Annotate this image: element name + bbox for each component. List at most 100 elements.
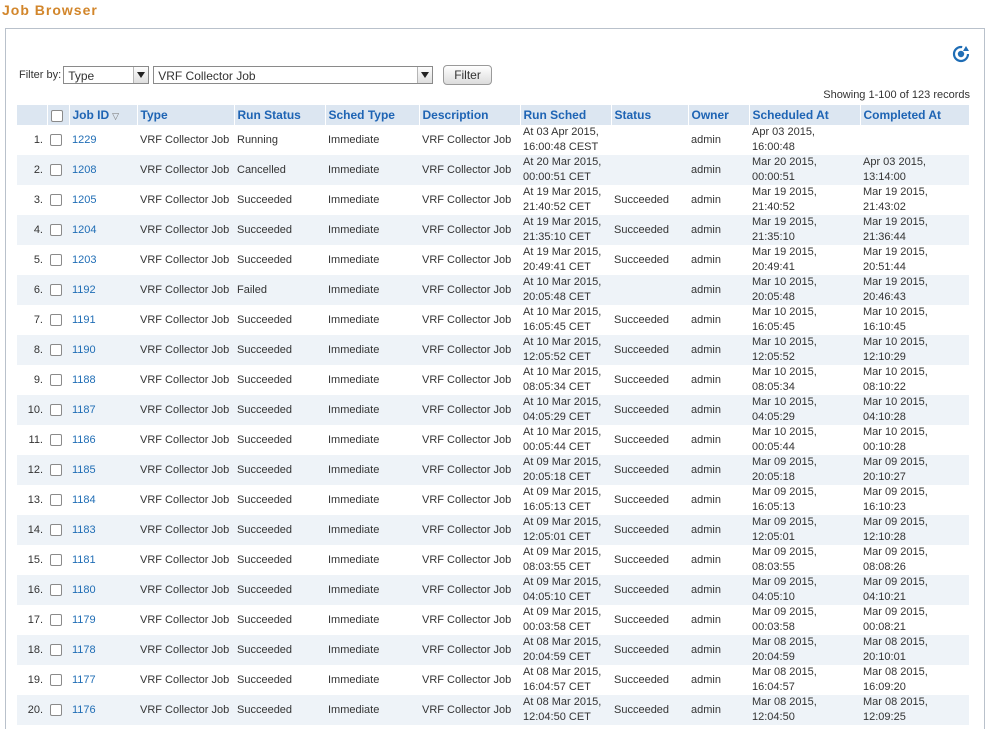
filter-value-select[interactable]: VRF Collector Job — [153, 66, 434, 84]
run-sched: At 03 Apr 2015, 16:00:48 CEST — [523, 126, 599, 153]
row-checkbox[interactable] — [50, 703, 62, 716]
row-checkbox[interactable] — [50, 493, 62, 506]
column-header-description[interactable]: Description — [419, 105, 521, 125]
scheduled-at: Mar 10 2015, 04:05:29 — [749, 395, 860, 425]
row-checkbox[interactable] — [50, 373, 62, 386]
row-checkbox-cell — [47, 605, 69, 635]
select-all-checkbox[interactable] — [50, 109, 63, 122]
row-checkbox[interactable] — [50, 583, 62, 596]
table-row[interactable]: 7. 1191 VRF Collector Job Succeeded Immediat… — [17, 305, 969, 335]
filter-button[interactable]: Filter — [443, 65, 492, 85]
column-header-run-status[interactable]: Run Status — [234, 105, 326, 125]
column-header-owner[interactable]: Owner — [688, 105, 750, 125]
job-id-link[interactable]: 1178 — [69, 635, 137, 665]
job-id-link[interactable]: 1180 — [69, 575, 137, 605]
table-row[interactable]: 18. 1178 VRF Collector Job Succeeded Immedia… — [17, 635, 969, 665]
page-title: Job Browser — [2, 2, 98, 18]
table-row[interactable]: 2. 1208 VRF Collector Job Cancelled Immediat… — [17, 155, 969, 185]
run-sched: At 10 Mar 2015, 00:05:44 CET — [523, 426, 602, 453]
owner: admin — [688, 695, 749, 725]
row-checkbox[interactable] — [50, 463, 62, 476]
row-checkbox[interactable] — [50, 643, 62, 656]
row-number: 18. — [17, 635, 47, 665]
table-row[interactable]: 20. 1176 VRF Collector Job Succeeded Immedia… — [17, 695, 969, 725]
job-id-link[interactable]: 1181 — [69, 545, 137, 575]
table-row[interactable]: 12. 1185 VRF Collector Job Succeeded Immedia… — [17, 455, 969, 485]
job-id-link[interactable]: 1183 — [69, 515, 137, 545]
refresh-icon[interactable] — [952, 45, 970, 63]
filter-field-select[interactable]: Type — [63, 66, 150, 84]
table-row[interactable]: 8. 1190 VRF Collector Job Succeeded Immediat… — [17, 335, 969, 365]
table-row[interactable]: 3. 1205 VRF Collector Job Succeeded Immediat… — [17, 185, 969, 215]
job-type: VRF Collector Job — [140, 373, 230, 386]
table-row[interactable]: 9. 1188 VRF Collector Job Succeeded Immediat… — [17, 365, 969, 395]
job-id-link[interactable]: 1176 — [69, 695, 137, 725]
row-checkbox[interactable] — [50, 403, 62, 416]
job-id-link[interactable]: 1191 — [69, 305, 137, 335]
description: VRF Collector Job — [422, 673, 512, 686]
job-id-link[interactable]: 1188 — [69, 365, 137, 395]
column-header-status[interactable]: Status — [611, 105, 689, 125]
job-id-link[interactable]: 1186 — [69, 425, 137, 455]
row-checkbox[interactable] — [50, 433, 62, 446]
table-row[interactable]: 5. 1203 VRF Collector Job Succeeded Immediat… — [17, 245, 969, 275]
row-checkbox[interactable] — [50, 133, 62, 146]
job-id-link[interactable]: 1204 — [69, 215, 137, 245]
owner: admin — [691, 493, 721, 506]
job-id-link[interactable]: 1185 — [69, 455, 137, 485]
table-row[interactable]: 13. 1184 VRF Collector Job Succeeded Immedia… — [17, 485, 969, 515]
status: Succeeded — [614, 613, 670, 626]
table-row[interactable]: 16. 1180 VRF Collector Job Succeeded Immedia… — [17, 575, 969, 605]
column-header-sched-type[interactable]: Sched Type — [325, 105, 420, 125]
description: VRF Collector Job — [422, 553, 512, 566]
job-type: VRF Collector Job — [140, 133, 230, 146]
row-checkbox[interactable] — [50, 613, 62, 626]
table-row[interactable]: 17. 1179 VRF Collector Job Succeeded Immedia… — [17, 605, 969, 635]
table-row[interactable]: 10. 1187 VRF Collector Job Succeeded Immedia… — [17, 395, 969, 425]
row-checkbox[interactable] — [50, 223, 62, 236]
table-row[interactable]: 11. 1186 VRF Collector Job Succeeded Immedia… — [17, 425, 969, 455]
run-status: Succeeded — [234, 575, 325, 605]
job-id-link[interactable]: 1205 — [69, 185, 137, 215]
job-id-link[interactable]: 1229 — [69, 125, 137, 155]
sched-type: Immediate — [325, 575, 419, 605]
row-checkbox[interactable] — [50, 163, 62, 176]
owner: admin — [691, 193, 721, 206]
column-header-job-id[interactable]: Job ID ▽ — [69, 105, 138, 125]
column-header-scheduled-at[interactable]: Scheduled At — [749, 105, 861, 125]
job-id-link[interactable]: 1179 — [69, 605, 137, 635]
description: VRF Collector Job — [422, 373, 512, 386]
job-id-link[interactable]: 1192 — [69, 275, 137, 305]
table-row[interactable]: 4. 1204 VRF Collector Job Succeeded Immediat… — [17, 215, 969, 245]
row-number: 17. — [27, 613, 43, 626]
table-row[interactable]: 6. 1192 VRF Collector Job Failed Immediate VR… — [17, 275, 969, 305]
job-id-link[interactable]: 1203 — [69, 245, 137, 275]
table-row[interactable]: 1. 1229 VRF Collector Job Running Immediate V… — [17, 125, 969, 155]
row-checkbox[interactable] — [50, 343, 62, 356]
description: VRF Collector Job — [419, 155, 520, 185]
column-header-completed-at[interactable]: Completed At — [860, 105, 970, 125]
row-checkbox[interactable] — [50, 553, 62, 566]
table-row[interactable]: 14. 1183 VRF Collector Job Succeeded Immedia… — [17, 515, 969, 545]
job-id-link[interactable]: 1208 — [69, 155, 137, 185]
row-checkbox[interactable] — [50, 283, 62, 296]
column-header-run-sched[interactable]: Run Sched — [520, 105, 612, 125]
row-checkbox[interactable] — [50, 523, 62, 536]
run-status: Succeeded — [234, 395, 325, 425]
sched-type: Immediate — [325, 215, 419, 245]
table-row[interactable]: 19. 1177 VRF Collector Job Succeeded Immedia… — [17, 665, 969, 695]
row-checkbox[interactable] — [50, 673, 62, 686]
row-checkbox[interactable] — [50, 193, 62, 206]
row-checkbox[interactable] — [50, 253, 62, 266]
job-id-link[interactable]: 1190 — [69, 335, 137, 365]
column-header-type[interactable]: Type — [137, 105, 235, 125]
completed-at: Mar 09 2015, 12:10:28 — [860, 515, 969, 545]
table-row[interactable]: 15. 1181 VRF Collector Job Succeeded Immedia… — [17, 545, 969, 575]
job-id-link[interactable]: 1184 — [69, 485, 137, 515]
row-checkbox-cell — [47, 485, 69, 515]
job-id-link[interactable]: 1177 — [69, 665, 137, 695]
job-id-link[interactable]: 1187 — [69, 395, 137, 425]
scheduled-at: Mar 19 2015, 21:35:10 — [749, 215, 860, 245]
row-checkbox[interactable] — [50, 313, 62, 326]
row-number: 9. — [33, 373, 43, 386]
